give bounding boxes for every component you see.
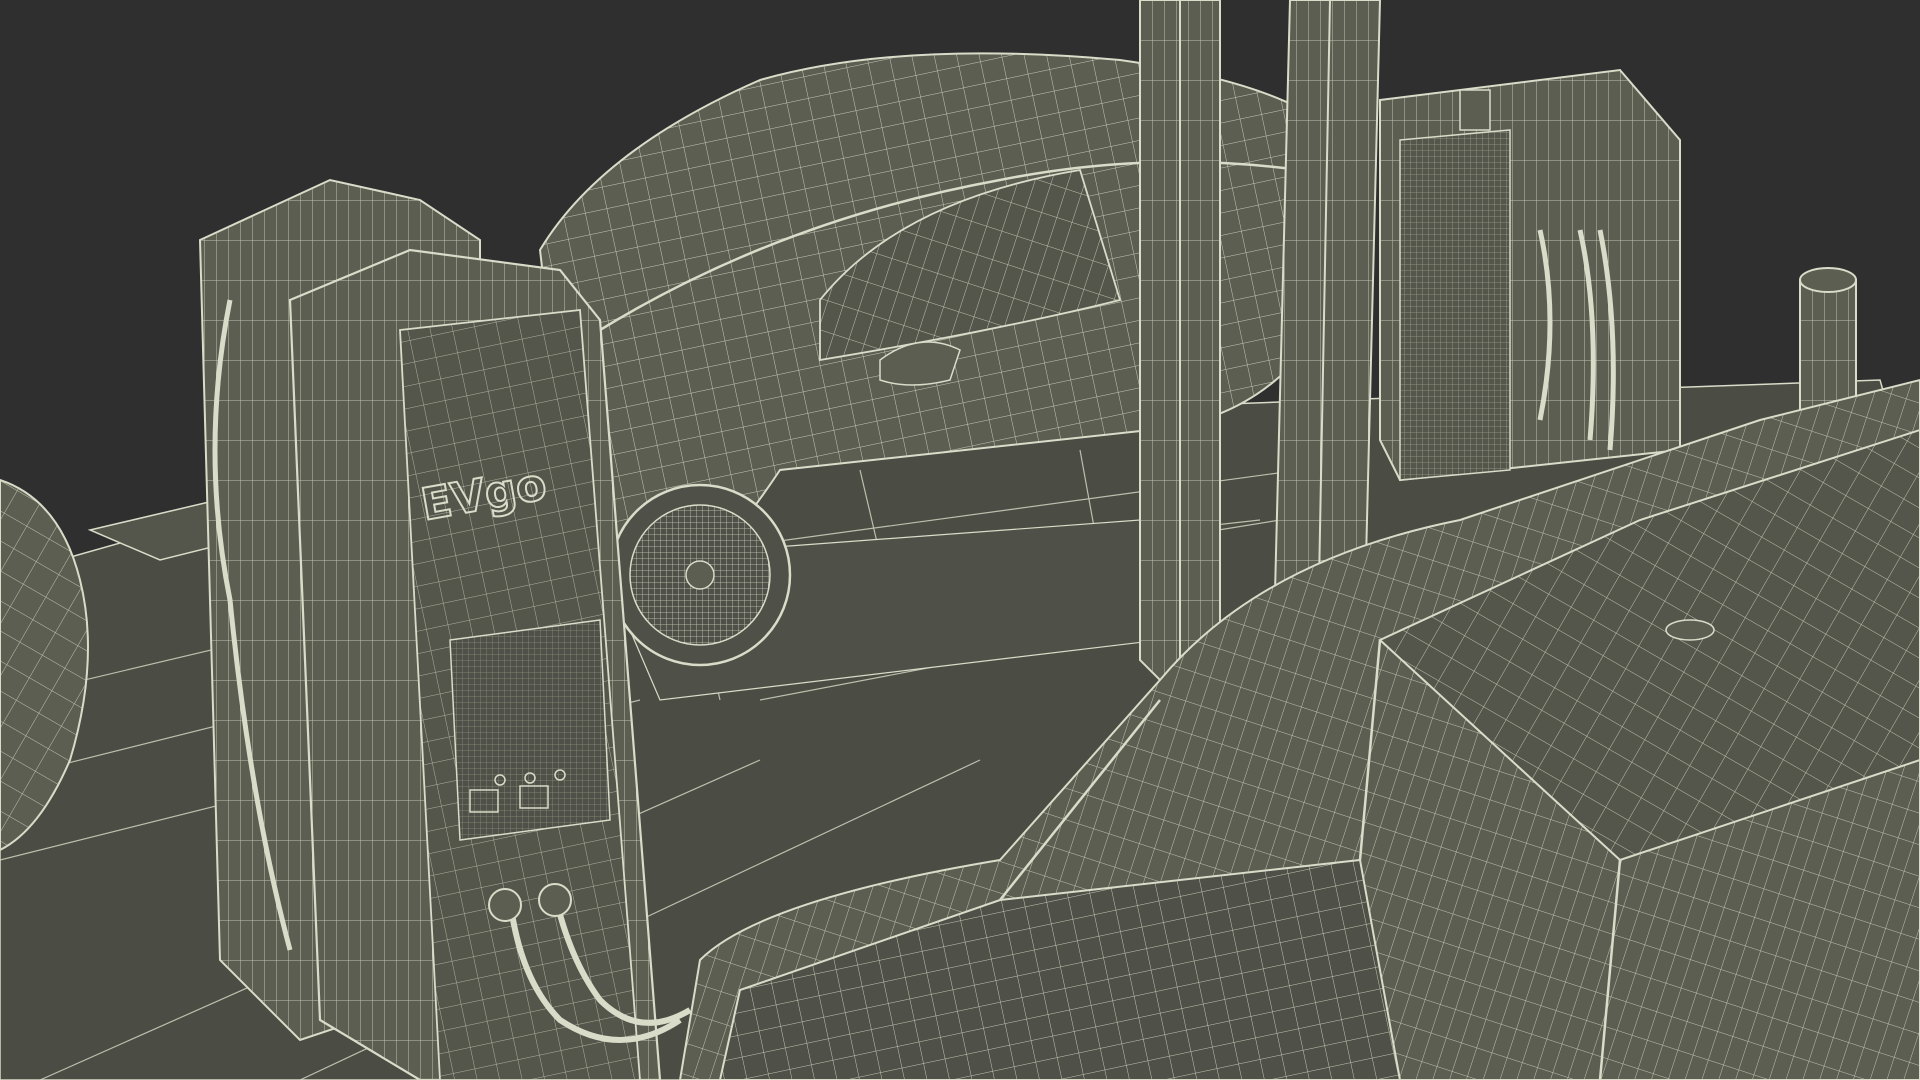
- sedan-front-wheel: [608, 483, 792, 667]
- charger-pillar-right: [1379, 68, 1681, 482]
- wireframe-render-canvas: EVgo: [0, 0, 1920, 1080]
